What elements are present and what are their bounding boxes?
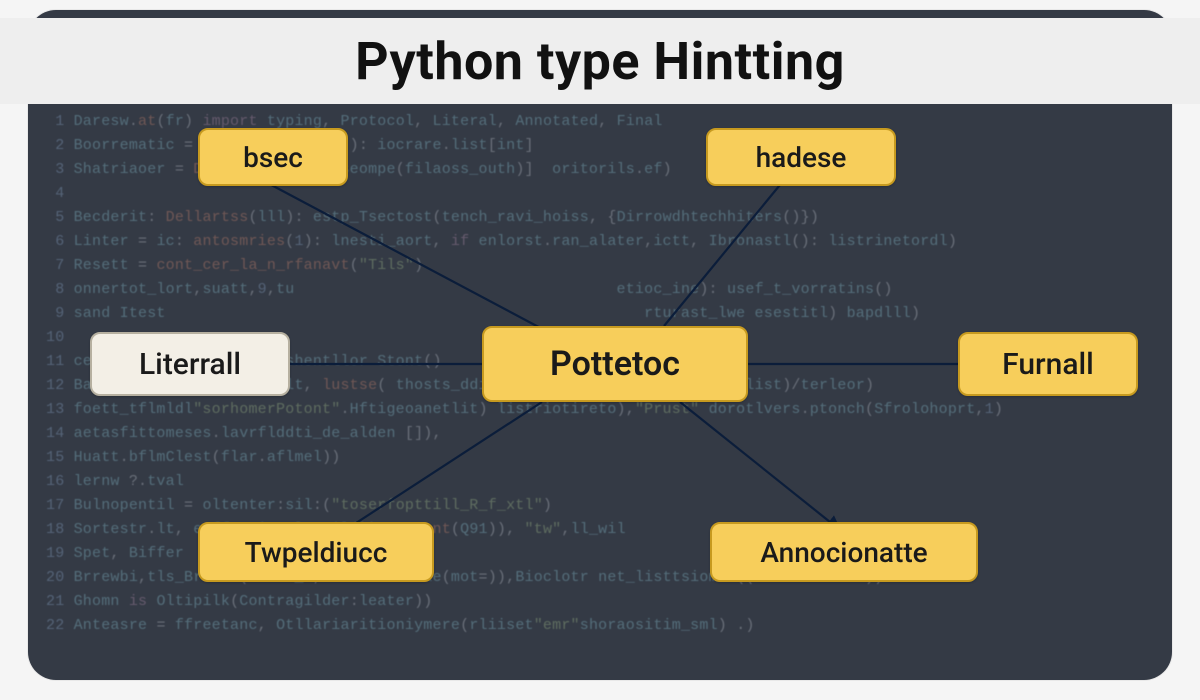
- node-right-label: Furnall: [1002, 347, 1094, 382]
- edge-center-to-bottom-left: [330, 402, 542, 540]
- edge-center-to-bottom-right: [680, 402, 840, 530]
- edge-center-to-top-left: [262, 180, 548, 332]
- node-left-label: Literrall: [139, 347, 241, 382]
- node-top-left: bsec: [198, 128, 348, 186]
- node-center: Pottetoc: [482, 326, 748, 402]
- node-top-right: hadese: [706, 128, 896, 186]
- node-top-left-label: bsec: [243, 141, 303, 174]
- node-bottom-left-label: Twpeldiucc: [245, 536, 388, 569]
- node-center-label: Pottetoc: [550, 344, 680, 384]
- node-top-right-label: hadese: [756, 141, 847, 174]
- node-left: Literrall: [90, 332, 290, 396]
- node-bottom-right-label: Annocionatte: [760, 536, 927, 569]
- node-bottom-right: Annocionatte: [710, 522, 978, 582]
- diagram-canvas: 1 Daresw.at(fr) import typing, Protocol,…: [28, 10, 1172, 680]
- node-bottom-left: Twpeldiucc: [198, 522, 434, 582]
- node-right: Furnall: [958, 332, 1138, 396]
- edge-center-to-top-right: [664, 180, 784, 326]
